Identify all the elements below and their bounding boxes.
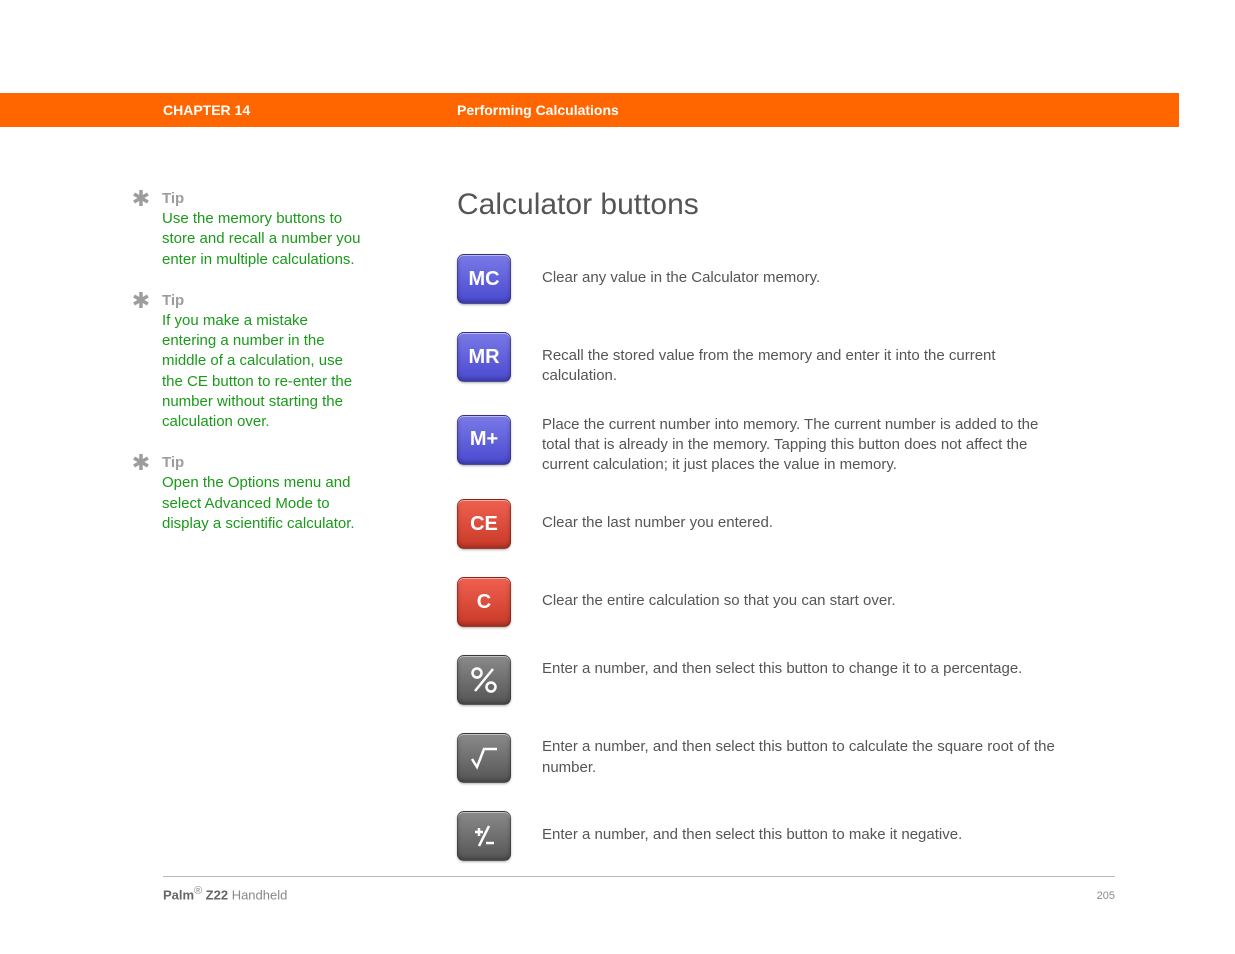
footer-brand-name: Palm xyxy=(163,887,194,902)
plusminus-icon xyxy=(469,821,499,851)
page-footer: Palm® Z22 Handheld 205 xyxy=(163,876,1115,902)
tip-label: Tip xyxy=(162,292,184,309)
calc-button-ce: CE xyxy=(457,499,511,549)
calc-button-percent xyxy=(457,655,511,705)
button-description: Place the current number into memory. Th… xyxy=(542,415,1062,476)
calc-button-sqrt xyxy=(457,733,511,783)
sidebar-tips: ✱ Tip Use the memory buttons to store an… xyxy=(130,190,390,556)
calc-button-c: C xyxy=(457,577,511,627)
registered-icon: ® xyxy=(194,885,202,897)
page-heading: Calculator buttons xyxy=(457,188,1115,222)
calc-button-plusminus xyxy=(457,811,511,861)
button-row-mplus: M+ Place the current number into memory.… xyxy=(457,415,1115,476)
button-row-mc: MC Clear any value in the Calculator mem… xyxy=(457,254,1115,304)
calc-button-mplus: M+ xyxy=(457,415,511,465)
button-description: Clear any value in the Calculator memory… xyxy=(542,254,820,288)
tip-body: Open the Options menu and select Advance… xyxy=(162,473,362,534)
footer-model: Z22 xyxy=(202,887,228,902)
asterisk-icon: ✱ xyxy=(130,190,152,208)
button-row-mr: MR Recall the stored value from the memo… xyxy=(457,332,1115,387)
tip-block: ✱ Tip Use the memory buttons to store an… xyxy=(130,190,390,270)
button-row-c: C Clear the entire calculation so that y… xyxy=(457,577,1115,627)
footer-brand: Palm® Z22 Handheld xyxy=(163,885,287,902)
button-row-percent: Enter a number, and then select this but… xyxy=(457,655,1115,705)
tip-body: Use the memory buttons to store and reca… xyxy=(162,209,362,270)
calc-button-mr: MR xyxy=(457,332,511,382)
footer-suffix: Handheld xyxy=(228,887,287,902)
asterisk-icon: ✱ xyxy=(130,292,152,310)
button-label: MC xyxy=(468,268,499,291)
button-description: Clear the entire calculation so that you… xyxy=(542,577,896,611)
calc-button-mc: MC xyxy=(457,254,511,304)
button-row-ce: CE Clear the last number you entered. xyxy=(457,499,1115,549)
chapter-title: Performing Calculations xyxy=(457,102,619,118)
button-description: Recall the stored value from the memory … xyxy=(542,332,1062,387)
button-description: Enter a number, and then select this but… xyxy=(542,811,962,845)
tip-block: ✱ Tip If you make a mistake entering a n… xyxy=(130,292,390,433)
tip-block: ✱ Tip Open the Options menu and select A… xyxy=(130,454,390,534)
percent-icon xyxy=(469,665,499,695)
button-label: CE xyxy=(470,513,498,536)
tip-label: Tip xyxy=(162,190,184,207)
sqrt-icon xyxy=(469,743,499,773)
page-number: 205 xyxy=(1097,890,1115,902)
tip-body: If you make a mistake entering a number … xyxy=(162,311,362,433)
button-description: Clear the last number you entered. xyxy=(542,499,773,533)
chapter-label: CHAPTER 14 xyxy=(163,102,250,118)
main-content: Calculator buttons MC Clear any value in… xyxy=(457,188,1115,889)
tip-label: Tip xyxy=(162,454,184,471)
button-row-sqrt: Enter a number, and then select this but… xyxy=(457,733,1115,783)
button-row-plusminus: Enter a number, and then select this but… xyxy=(457,811,1115,861)
chapter-header: CHAPTER 14 Performing Calculations xyxy=(0,93,1179,127)
button-label: M+ xyxy=(470,428,498,451)
button-label: C xyxy=(477,591,491,614)
button-description: Enter a number, and then select this but… xyxy=(542,655,1022,679)
button-description: Enter a number, and then select this but… xyxy=(542,733,1062,778)
button-label: MR xyxy=(468,346,499,369)
asterisk-icon: ✱ xyxy=(130,454,152,472)
